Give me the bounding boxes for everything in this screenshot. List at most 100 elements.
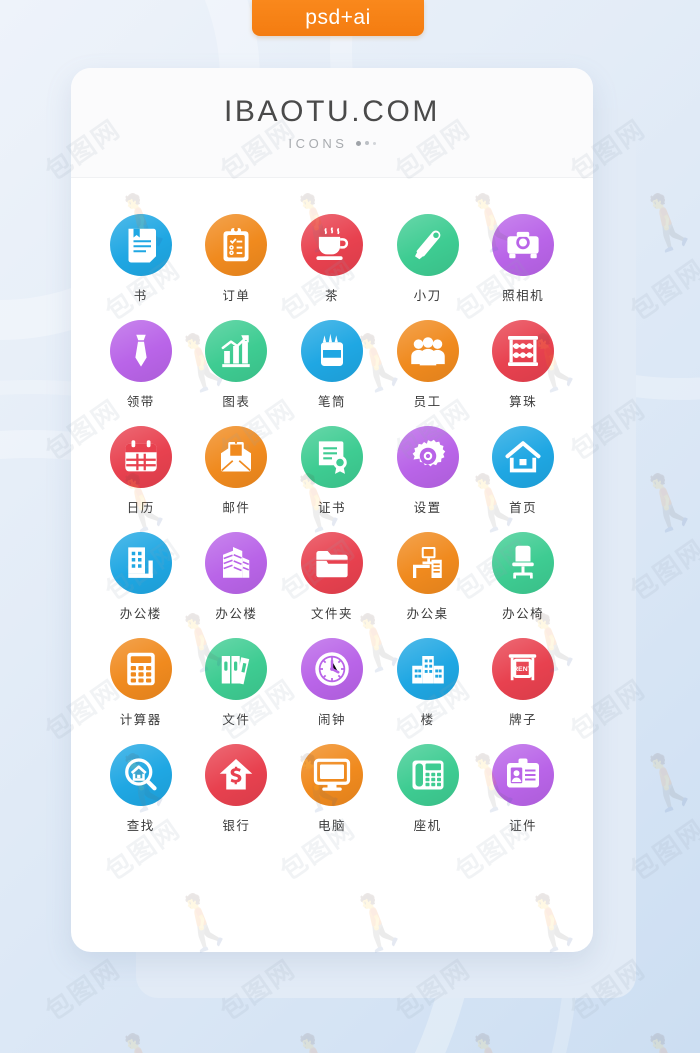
watermark-figure: 🚶: [687, 322, 700, 400]
icon-label: 计算器: [119, 712, 162, 727]
icon-cell[interactable]: 邮件: [189, 426, 285, 516]
icon-cell[interactable]: RENT 牌子: [475, 638, 571, 728]
icon-cell[interactable]: 查找: [93, 744, 189, 834]
icon-cell[interactable]: 订单: [189, 214, 285, 304]
icon-label: 设置: [413, 500, 442, 515]
clipboard-icon[interactable]: [205, 214, 268, 276]
icon-cell[interactable]: 员工: [380, 320, 476, 410]
icon-label: 座机: [413, 818, 442, 833]
icon-cell[interactable]: 日历: [93, 426, 189, 516]
book-icon[interactable]: [109, 214, 172, 276]
home-icon[interactable]: [492, 426, 555, 488]
icon-cell[interactable]: 楼: [380, 638, 476, 728]
binders-icon[interactable]: [205, 638, 268, 700]
icon-label: 日历: [126, 500, 155, 515]
rent-sign-icon[interactable]: RENT: [492, 638, 555, 700]
icon-cell[interactable]: 图表: [189, 320, 285, 410]
envelope-icon[interactable]: [205, 426, 268, 488]
icon-grid: 书 订单 茶 小刀 照相机领带 图表 笔筒 员工 算珠日历 邮件 证书 设置 首页办公楼 办公楼 文件夹 办公…: [71, 178, 593, 854]
icon-cell[interactable]: 文件夹: [284, 532, 380, 622]
office-building-icon[interactable]: [109, 532, 172, 594]
icon-cell[interactable]: 办公椅: [475, 532, 571, 622]
subtitle-row: ICONS: [288, 135, 376, 151]
icon-cell[interactable]: 照相机: [475, 214, 571, 304]
icon-cell[interactable]: 座机: [380, 744, 476, 834]
icon-label: 算珠: [509, 394, 538, 409]
clock-icon[interactable]: [300, 638, 363, 700]
icon-label: 员工: [413, 394, 442, 409]
icon-label: 证件: [509, 818, 538, 833]
abacus-icon[interactable]: [492, 320, 555, 382]
icon-label: 电脑: [317, 818, 346, 833]
icon-cell[interactable]: 小刀: [380, 214, 476, 304]
watermark-figure: 🚶: [627, 742, 700, 820]
icon-label: 照相机: [502, 288, 545, 303]
icon-label: 书: [133, 288, 148, 303]
icon-label: 闹钟: [317, 712, 346, 727]
watermark-figure: 🚶: [102, 1021, 185, 1053]
icon-label: 办公楼: [119, 606, 162, 621]
icon-cell[interactable]: 办公楼: [189, 532, 285, 622]
calendar-icon[interactable]: [109, 426, 172, 488]
icon-label: 办公楼: [215, 606, 258, 621]
icon-label: 查找: [126, 818, 155, 833]
necktie-icon[interactable]: [109, 320, 172, 382]
desk-icon[interactable]: [396, 532, 459, 594]
icon-cell[interactable]: 闹钟: [284, 638, 380, 728]
icon-cell[interactable]: 领带: [93, 320, 189, 410]
icon-cell[interactable]: 首页: [475, 426, 571, 516]
icon-label: 茶: [324, 288, 339, 303]
office-chair-icon[interactable]: [492, 532, 555, 594]
building-icon[interactable]: [396, 638, 459, 700]
telephone-icon[interactable]: [396, 744, 459, 806]
skyscraper-icon[interactable]: [205, 532, 268, 594]
icon-label: 文件夹: [310, 606, 353, 621]
page-title: IBAOTU.COM: [223, 94, 440, 128]
icon-set-card: IBAOTU.COM ICONS 书 订单 茶 小刀 照相机领带 图表 笔筒 员工 算珠日历 邮件…: [71, 68, 593, 952]
pen-holder-icon[interactable]: [300, 320, 363, 382]
icon-cell[interactable]: 书: [93, 214, 189, 304]
bank-house-icon[interactable]: [205, 744, 268, 806]
bar-chart-icon[interactable]: [205, 320, 268, 382]
dots-decoration: [355, 140, 376, 146]
icon-label: 证书: [317, 500, 346, 515]
icon-cell[interactable]: 办公桌: [380, 532, 476, 622]
gear-icon[interactable]: [396, 426, 459, 488]
page-subtitle: ICONS: [288, 135, 348, 151]
psd-ai-badge: psd+ai: [252, 0, 424, 36]
icon-cell[interactable]: 电脑: [284, 744, 380, 834]
house-search-icon[interactable]: [109, 744, 172, 806]
icon-label: 银行: [222, 818, 251, 833]
icon-cell[interactable]: 证书: [284, 426, 380, 516]
icon-cell[interactable]: 笔筒: [284, 320, 380, 410]
folder-icon[interactable]: [300, 532, 363, 594]
watermark-figure: 🚶: [627, 462, 700, 540]
id-card-icon[interactable]: [492, 744, 555, 806]
icon-cell[interactable]: 银行: [189, 744, 285, 834]
employees-icon[interactable]: [396, 320, 459, 382]
icon-cell[interactable]: 文件: [189, 638, 285, 728]
icon-label: 牌子: [509, 712, 538, 727]
icon-cell[interactable]: 茶: [284, 214, 380, 304]
icon-cell[interactable]: 算珠: [475, 320, 571, 410]
icon-label: 楼: [420, 712, 435, 727]
icon-cell[interactable]: 计算器: [93, 638, 189, 728]
watermark-figure: 🚶: [452, 1021, 535, 1053]
icon-cell[interactable]: 设置: [380, 426, 476, 516]
icon-label: 图表: [222, 394, 251, 409]
icon-label: 领带: [126, 394, 155, 409]
camera-icon[interactable]: [492, 214, 555, 276]
icon-cell[interactable]: 办公楼: [93, 532, 189, 622]
icon-label: 笔筒: [317, 394, 346, 409]
certificate-icon[interactable]: [300, 426, 363, 488]
watermark-figure: 🚶: [277, 1021, 360, 1053]
watermark-figure: 🚶: [687, 882, 700, 960]
calculator-icon[interactable]: [109, 638, 172, 700]
icon-label: 邮件: [222, 500, 251, 515]
icon-label: 订单: [222, 288, 251, 303]
teacup-icon[interactable]: [300, 214, 363, 276]
knife-icon[interactable]: [396, 214, 459, 276]
watermark-figure: 🚶: [687, 602, 700, 680]
monitor-icon[interactable]: [300, 744, 363, 806]
icon-cell[interactable]: 证件: [475, 744, 571, 834]
